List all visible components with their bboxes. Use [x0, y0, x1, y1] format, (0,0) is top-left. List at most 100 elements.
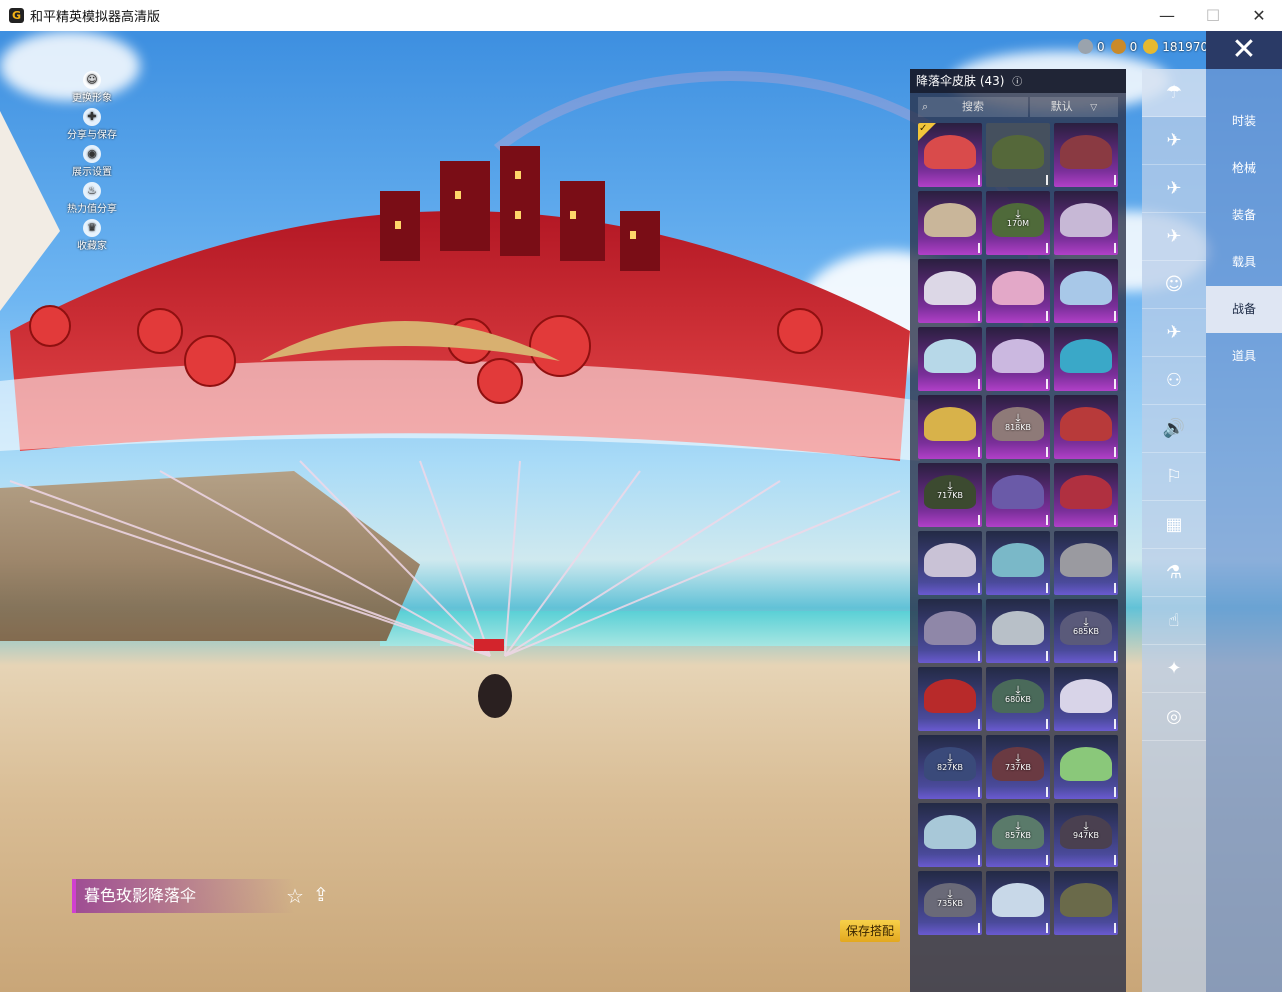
category-tab-wand[interactable]: ✦ [1142, 645, 1206, 693]
category-tab-bot[interactable]: ⚐ [1142, 453, 1206, 501]
rarity-marker [1046, 515, 1048, 525]
category-tab-jet[interactable]: ✈ [1142, 213, 1206, 261]
rarity-marker [1114, 379, 1116, 389]
parachute-thumbnail [924, 271, 976, 305]
skin-item[interactable] [1054, 395, 1118, 459]
skin-item[interactable] [1054, 531, 1118, 595]
close-window-button[interactable]: ✕ [1236, 0, 1282, 31]
main-tab[interactable]: 载具 [1206, 239, 1282, 286]
skin-item[interactable]: ⤓ 735KB [918, 871, 982, 935]
skin-item[interactable] [1054, 463, 1118, 527]
sort-dropdown[interactable]: 默认 ▽ [1030, 97, 1118, 117]
help-icon[interactable]: ⓘ [1012, 77, 1022, 88]
rarity-marker [1046, 855, 1048, 865]
display-settings-button[interactable]: ◉ 展示设置 [62, 145, 122, 182]
rarity-marker [978, 583, 980, 593]
category-tab-extinguisher[interactable]: ⚗ [1142, 549, 1206, 597]
skin-item[interactable] [918, 531, 982, 595]
collector-button[interactable]: ♛ 收藏家 [62, 219, 122, 256]
skin-item[interactable] [986, 123, 1050, 187]
skin-item[interactable] [1054, 259, 1118, 323]
search-row: ⌕ 搜索 默认 ▽ [918, 97, 1118, 117]
skin-item[interactable] [1054, 667, 1118, 731]
skin-item[interactable] [918, 327, 982, 391]
rarity-marker [1046, 651, 1048, 661]
share-export-button[interactable]: ⇪ [313, 884, 329, 906]
skin-item[interactable] [986, 599, 1050, 663]
ufo-icon: ◎ [1166, 706, 1182, 727]
download-badge: ⤓ 857KB [1004, 820, 1032, 841]
skin-item[interactable]: ⤓ 947KB [1054, 803, 1118, 867]
category-tab-sound[interactable]: 🔊 [1142, 405, 1206, 453]
main-tab[interactable]: 枪械 [1206, 145, 1282, 192]
main-tab[interactable]: 时装 [1206, 98, 1282, 145]
share-save-button[interactable]: ✚ 分享与保存 [62, 108, 122, 145]
skin-item[interactable] [986, 327, 1050, 391]
minimize-button[interactable]: — [1144, 0, 1190, 31]
category-tab-tap[interactable]: ☝ [1142, 597, 1206, 645]
trophy-icon: ♛ [83, 219, 101, 237]
skin-item[interactable] [1054, 735, 1118, 799]
category-tab-glider[interactable]: ✈ [1142, 117, 1206, 165]
skin-item[interactable]: ⤓ 818KB [986, 395, 1050, 459]
gold-coin-value: 181970 [1162, 39, 1209, 54]
close-game-button[interactable]: ✕ [1206, 31, 1282, 69]
skin-item[interactable]: ⤓ 680KB [986, 667, 1050, 731]
parachute-thumbnail [1060, 543, 1112, 577]
skin-item[interactable] [918, 395, 982, 459]
skin-item[interactable] [918, 191, 982, 255]
favorite-star-button[interactable]: ☆ [286, 884, 304, 908]
download-size: 857KB [1004, 831, 1031, 840]
skin-item[interactable] [918, 599, 982, 663]
download-icon: ⤓ [947, 751, 953, 765]
main-tab[interactable]: 装备 [1206, 192, 1282, 239]
skin-item[interactable] [986, 871, 1050, 935]
skin-item[interactable] [1054, 123, 1118, 187]
parachute-thumbnail [1060, 203, 1112, 237]
skin-item[interactable]: ⤓ 827KB [918, 735, 982, 799]
wand-icon: ✦ [1166, 658, 1182, 679]
skin-item[interactable] [986, 259, 1050, 323]
skin-item[interactable] [1054, 871, 1118, 935]
silver-coin-icon [1078, 39, 1093, 54]
skin-item[interactable] [986, 531, 1050, 595]
rarity-marker [1114, 515, 1116, 525]
category-tab-flying[interactable]: ✈ [1142, 309, 1206, 357]
skin-item[interactable] [1054, 191, 1118, 255]
parachute-thumbnail [924, 679, 976, 713]
silver-coin-value: 0 [1097, 39, 1105, 54]
skin-item[interactable]: ⤓ 685KB [1054, 599, 1118, 663]
category-tab-photo[interactable]: ▦ [1142, 501, 1206, 549]
selected-check-icon: ✓ [918, 123, 936, 141]
flame-icon: ♨ [83, 182, 101, 200]
download-size: 685KB [1072, 627, 1099, 636]
skin-item[interactable]: ⤓ 170M [986, 191, 1050, 255]
skin-item[interactable]: ⤓ 737KB [986, 735, 1050, 799]
category-tab-ufo[interactable]: ◎ [1142, 693, 1206, 741]
rarity-marker [1114, 447, 1116, 457]
skin-item[interactable] [986, 463, 1050, 527]
maximize-button[interactable]: ☐ [1190, 0, 1236, 31]
search-input[interactable]: ⌕ 搜索 [918, 97, 1028, 117]
skin-item[interactable] [1054, 327, 1118, 391]
category-tab-emote[interactable]: ☺ [1142, 261, 1206, 309]
heat-share-button[interactable]: ♨ 热力值分享 [62, 182, 122, 219]
skin-item[interactable] [918, 667, 982, 731]
category-tab-backpack[interactable]: ⚇ [1142, 357, 1206, 405]
skin-item[interactable] [918, 803, 982, 867]
skin-item[interactable]: ⤓ 857KB [986, 803, 1050, 867]
category-tab-plane[interactable]: ✈ [1142, 165, 1206, 213]
save-outfit-button[interactable]: 保存搭配 [840, 920, 900, 942]
parachute-thumbnail [924, 543, 976, 577]
category-tab-parachute[interactable]: ☂ [1142, 69, 1206, 117]
change-avatar-button[interactable]: ☺ 更换形象 [62, 71, 122, 108]
download-icon: ⤓ [1015, 751, 1021, 765]
bronze-coin-value: 0 [1129, 39, 1138, 54]
skin-grid: ✓ ⤓ 170M ⤓ 818KB ⤓ 717KB ⤓ 685KB ⤓ 680KB ⤓ 827KB ⤓ 737… [918, 123, 1122, 935]
skin-item[interactable]: ⤓ 717KB [918, 463, 982, 527]
rarity-marker [1046, 379, 1048, 389]
skin-item[interactable] [918, 259, 982, 323]
main-tab[interactable]: 道具 [1206, 333, 1282, 380]
main-tab[interactable]: 战备 [1206, 286, 1282, 333]
skin-item[interactable]: ✓ [918, 123, 982, 187]
